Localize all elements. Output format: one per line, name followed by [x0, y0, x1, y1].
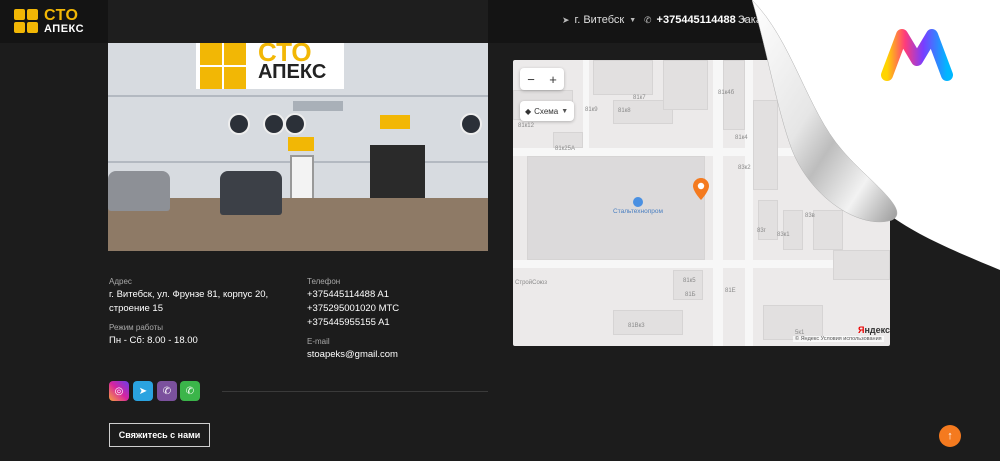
- instagram-button[interactable]: ◎: [109, 381, 129, 401]
- telegram-button[interactable]: ➤: [133, 381, 153, 401]
- viber-icon: ✆: [162, 385, 172, 397]
- email-value[interactable]: stoapeks@gmail.com: [307, 348, 398, 362]
- address-value: г. Витебск, ул. Фрунзе 81, корпус 20, ст…: [109, 289, 269, 314]
- logo-sub-text: АПЕКС: [44, 23, 85, 35]
- map-layer-label: Схема: [534, 106, 559, 116]
- chevron-down-icon: ▼: [561, 107, 569, 115]
- map-label: 83к2: [738, 165, 751, 171]
- map-label: 81к5: [683, 278, 696, 284]
- poi-label: Стальтехнопром: [613, 208, 663, 215]
- zoom-in-button[interactable]: +: [542, 68, 564, 90]
- map-label: 81Вк3: [628, 323, 645, 329]
- car-center: [220, 171, 282, 215]
- zoom-out-button[interactable]: −: [520, 68, 542, 90]
- city-label: г. Витебск: [574, 14, 625, 26]
- map-label: 81к8: [618, 108, 631, 114]
- phone-3[interactable]: +375445955155 A1: [307, 316, 390, 330]
- phone-icon: ✆: [644, 14, 652, 25]
- logo-icon: [14, 9, 40, 35]
- map-label: 81к4б: [718, 90, 735, 96]
- chevron-down-icon: ▼: [629, 16, 637, 24]
- map-zoom-control: − +: [520, 68, 564, 90]
- header-photo-strip: [108, 0, 488, 43]
- map-label: СтройСоюз: [515, 280, 548, 286]
- page-peel-overlay[interactable]: [752, 0, 1000, 270]
- yandex-logo[interactable]: Яндекс: [858, 325, 890, 335]
- layers-icon: ◆: [525, 106, 532, 116]
- map-label: 81Б: [685, 292, 696, 298]
- whatsapp-icon: ✆: [185, 385, 195, 397]
- poi-marker-icon[interactable]: [633, 197, 643, 207]
- instagram-icon: ◎: [114, 385, 124, 397]
- map-copyright[interactable]: © Яндекс Условия использования: [793, 336, 884, 342]
- email-label: E-mail: [307, 337, 330, 346]
- city-selector[interactable]: ➤ г. Витебск ▼: [562, 14, 636, 26]
- header-phone[interactable]: ✆ +375445114488 ▼: [644, 14, 748, 26]
- location-icon: ➤: [562, 14, 570, 25]
- scroll-to-top-button[interactable]: ↑: [939, 425, 961, 447]
- building-photo: СТО АПЕКС: [108, 43, 488, 251]
- entrance-door: [290, 155, 314, 203]
- whatsapp-button[interactable]: ✆: [180, 381, 200, 401]
- map-label: 81к25А: [555, 146, 575, 152]
- arrow-up-icon: ↑: [947, 430, 953, 442]
- phone-1[interactable]: +375445114488 A1: [307, 288, 389, 302]
- hours-value: Пн - Сб: 8.00 - 18.00: [109, 335, 198, 346]
- building-sign-sub: АПЕКС: [258, 61, 327, 83]
- social-divider: [222, 391, 488, 392]
- map-layer-button[interactable]: ◆ Схема ▼: [520, 101, 574, 121]
- viber-button[interactable]: ✆: [157, 381, 177, 401]
- phone-2[interactable]: +375295001020 МТС: [307, 302, 399, 316]
- telegram-icon: ➤: [138, 385, 148, 397]
- map-label: 81к12: [518, 123, 534, 129]
- map-label: 81к9: [585, 107, 598, 113]
- map-label: 81к4: [735, 135, 748, 141]
- contact-us-button[interactable]: Свяжитесь с нами: [109, 423, 210, 447]
- map-label: 81Е: [725, 288, 736, 294]
- hours-label: Режим работы: [109, 323, 164, 332]
- map-label: 81к7: [633, 95, 646, 101]
- location-pin-icon[interactable]: [693, 178, 709, 200]
- header-phone-number: +375445114488: [656, 14, 736, 26]
- site-logo[interactable]: СТО АПЕКС: [14, 7, 84, 37]
- phone-label: Телефон: [307, 277, 341, 286]
- address-label: Адрес: [109, 277, 132, 286]
- car-left: [108, 171, 170, 211]
